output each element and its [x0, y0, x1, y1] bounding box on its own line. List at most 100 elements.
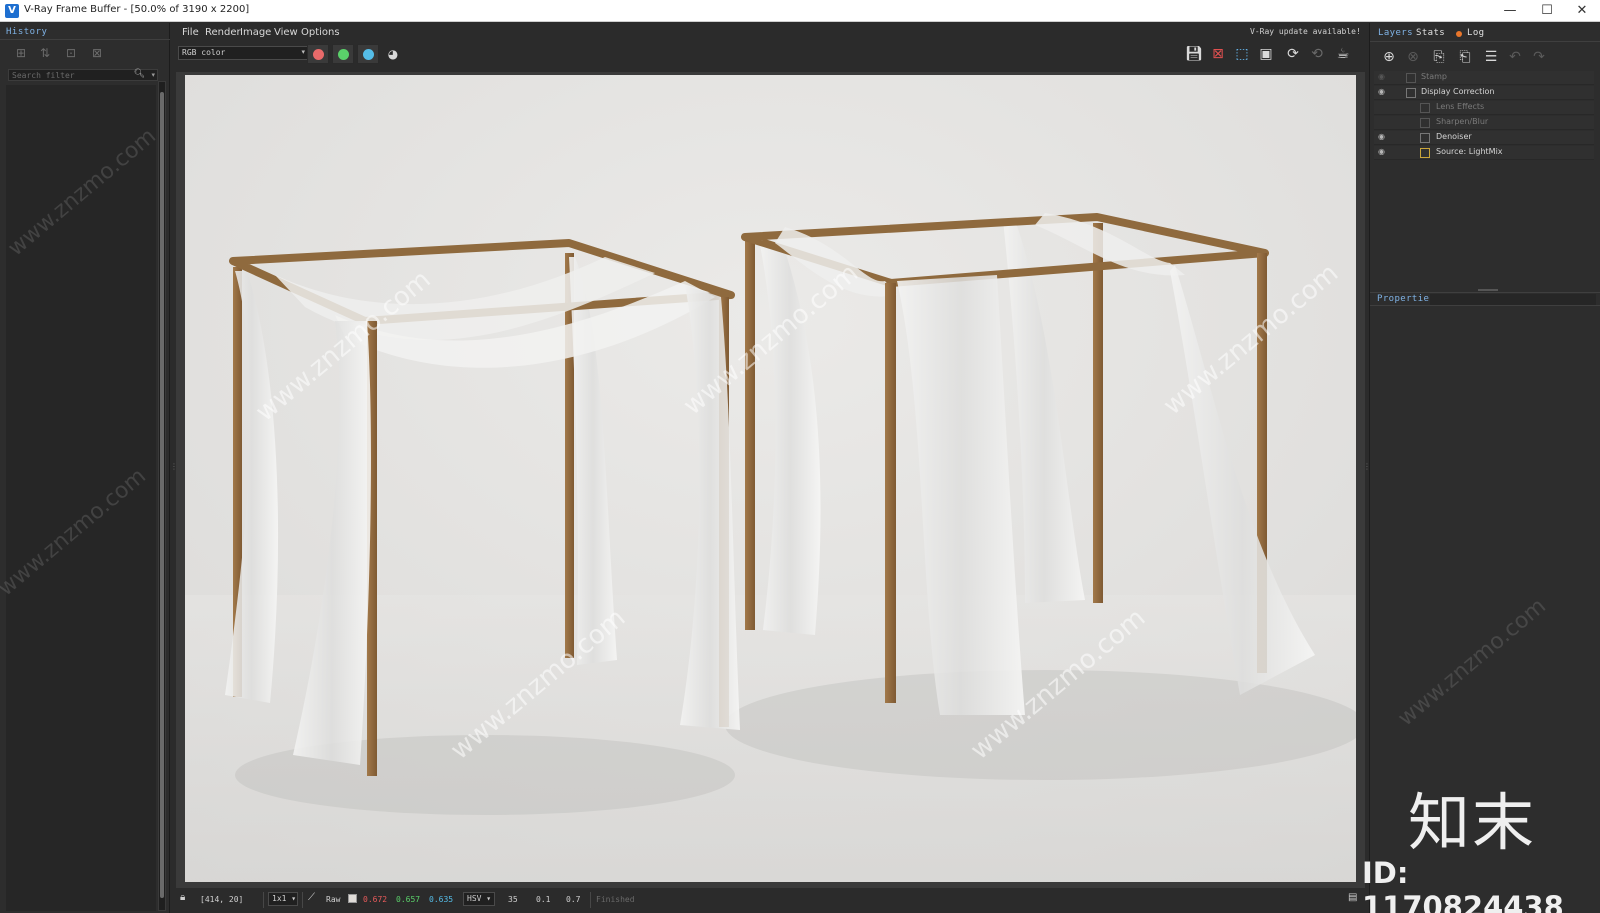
- raw-label[interactable]: Raw: [326, 895, 340, 904]
- color-picker-icon[interactable]: ⟋: [308, 892, 315, 903]
- checkbox[interactable]: [1406, 73, 1416, 83]
- scrollbar-thumb[interactable]: [160, 92, 164, 898]
- undo-icon[interactable]: ↶: [1504, 47, 1526, 67]
- history-list[interactable]: [6, 85, 156, 911]
- layer-label: Sharpen/Blur: [1436, 117, 1489, 126]
- colorspace-select[interactable]: HSV ▾: [463, 892, 495, 906]
- tab-history[interactable]: History: [6, 27, 47, 37]
- load-layer-tree-icon[interactable]: ⎗: [1454, 47, 1476, 67]
- zoom-ratio-value: 1x1: [272, 894, 287, 903]
- ab-compare-icon[interactable]: ⇅: [36, 45, 54, 61]
- eye-icon[interactable]: ◉: [1378, 147, 1385, 156]
- render-teapot-icon[interactable]: ☕︎: [1333, 45, 1353, 63]
- layer-row-lens-effects[interactable]: Lens Effects: [1374, 101, 1594, 115]
- track-mouse-icon[interactable]: ⬚: [1232, 45, 1252, 63]
- sharpen-blur-icon: [1420, 118, 1430, 128]
- history-scrollbar[interactable]: [158, 81, 166, 911]
- alpha-channel-icon[interactable]: ◕: [383, 45, 403, 63]
- status-divider: [263, 892, 264, 908]
- menu-image[interactable]: Image: [240, 27, 271, 38]
- blue-channel-button[interactable]: [357, 44, 379, 64]
- eye-icon[interactable]: ◉: [1378, 87, 1385, 96]
- redo-icon[interactable]: ↷: [1528, 47, 1550, 67]
- properties-header: Properties: [1370, 292, 1600, 306]
- eye-icon[interactable]: ◉: [1378, 72, 1385, 81]
- panel-toggle-icon[interactable]: ▤: [1348, 892, 1357, 903]
- delete-layer-icon[interactable]: ⊗: [1402, 47, 1424, 67]
- zoom-ratio-select[interactable]: 1x1 ▾: [268, 892, 298, 906]
- status-divider: [590, 892, 591, 908]
- r-value: 0.672: [363, 895, 388, 904]
- green-channel-icon: [338, 49, 349, 60]
- remove-history-icon[interactable]: ⊠: [88, 45, 106, 61]
- update-notice[interactable]: V-Ray update available!: [1250, 27, 1361, 36]
- chevron-down-icon[interactable]: ▾: [151, 69, 155, 81]
- vray-logo-icon: V: [5, 4, 19, 18]
- render-image[interactable]: www.znzmo.com www.znzmo.com www.znzmo.co…: [185, 75, 1356, 882]
- title-bar: V V-Ray Frame Buffer - [50.0% of 3190 x …: [0, 0, 1600, 22]
- properties-bar: [1430, 294, 1596, 305]
- search-placeholder: Search filter: [12, 71, 75, 80]
- tab-stats[interactable]: Stats: [1416, 28, 1445, 38]
- history-search-input[interactable]: Search filter 🔍︎ ▾: [8, 69, 158, 81]
- interactive-render-icon[interactable]: ⟳: [1283, 45, 1303, 63]
- minimize-button[interactable]: —: [1492, 0, 1528, 22]
- menu-file[interactable]: File: [182, 27, 199, 38]
- layer-label: Stamp: [1421, 72, 1447, 81]
- post-back-left: [745, 240, 755, 630]
- eye-icon[interactable]: ◉: [1378, 132, 1385, 141]
- h-value: 35: [508, 895, 518, 904]
- display-correction-icon: [1406, 88, 1416, 98]
- tab-log[interactable]: Log: [1467, 28, 1484, 38]
- layer-label: Display Correction: [1421, 87, 1495, 96]
- log-alert-icon: [1456, 31, 1462, 37]
- menu-render[interactable]: Render: [205, 27, 241, 38]
- red-channel-button[interactable]: [307, 44, 329, 64]
- tab-divider: [0, 39, 170, 40]
- channel-select[interactable]: RGB color ▾: [178, 46, 309, 60]
- save-to-history-icon[interactable]: ⊞: [12, 45, 30, 61]
- menu-options[interactable]: Options: [301, 27, 340, 38]
- watermark-id: ID: 1170824438: [1362, 856, 1564, 913]
- layer-row-lightmix[interactable]: ◉ Source: LightMix: [1374, 146, 1594, 160]
- green-channel-button[interactable]: [332, 44, 354, 64]
- search-icon[interactable]: 🔍︎: [134, 69, 145, 79]
- layer-row-denoiser[interactable]: ◉ Denoiser: [1374, 131, 1594, 145]
- panel-splitter-handle[interactable]: [1478, 289, 1498, 291]
- layer-row-stamp[interactable]: ◉ Stamp: [1374, 71, 1594, 85]
- save-layer-tree-icon[interactable]: ⎘: [1428, 47, 1450, 67]
- maximize-button[interactable]: ☐: [1529, 0, 1565, 22]
- layer-row-display-correction[interactable]: ◉ Display Correction: [1374, 86, 1594, 100]
- post-back-right: [1093, 223, 1103, 603]
- lock-icon[interactable]: 🔒︎: [180, 892, 185, 903]
- color-swatch: [348, 894, 357, 903]
- render-state: Finished: [596, 895, 635, 904]
- s-value: 0.1: [536, 895, 551, 904]
- menu-view[interactable]: View: [274, 27, 298, 38]
- render-viewport-frame: www.znzmo.com www.znzmo.com www.znzmo.co…: [176, 72, 1365, 888]
- save-image-icon[interactable]: 💾︎: [1184, 45, 1204, 63]
- post-front-left: [885, 283, 896, 703]
- properties-title: Properties: [1377, 294, 1436, 304]
- layer-row-sharpen-blur[interactable]: Sharpen/Blur: [1374, 116, 1594, 130]
- region-render-icon[interactable]: ▣: [1256, 45, 1276, 63]
- lens-effects-icon: [1420, 103, 1430, 113]
- layer-presets-icon[interactable]: ☰: [1480, 47, 1502, 67]
- pixel-coords: [414, 20]: [200, 895, 244, 904]
- load-history-icon[interactable]: ⊡: [62, 45, 80, 61]
- vfb-window: V V-Ray Frame Buffer - [50.0% of 3190 x …: [0, 0, 1600, 913]
- watermark-logo: 知末: [1408, 786, 1537, 859]
- tab-layers[interactable]: Layers: [1378, 28, 1413, 38]
- stop-render-icon[interactable]: ⟲: [1307, 45, 1327, 63]
- layer-label: Denoiser: [1436, 132, 1472, 141]
- chevron-down-icon: ▾: [301, 48, 305, 56]
- status-bar: 🔒︎ [414, 20] 1x1 ▾ ⟋ Raw 0.672 0.657 0.6…: [178, 889, 1363, 911]
- channel-value: RGB color: [182, 48, 226, 57]
- history-panel: History ⊞ ⇅ ⊡ ⊠ Search filter 🔍︎ ▾: [0, 23, 170, 913]
- layer-label: Source: LightMix: [1436, 147, 1503, 156]
- close-button[interactable]: ✕: [1564, 0, 1600, 22]
- red-channel-icon: [313, 49, 324, 60]
- create-layer-icon[interactable]: ⊕: [1378, 47, 1400, 67]
- colorspace-value: HSV: [467, 894, 482, 903]
- clear-image-icon[interactable]: ⊠: [1208, 45, 1228, 63]
